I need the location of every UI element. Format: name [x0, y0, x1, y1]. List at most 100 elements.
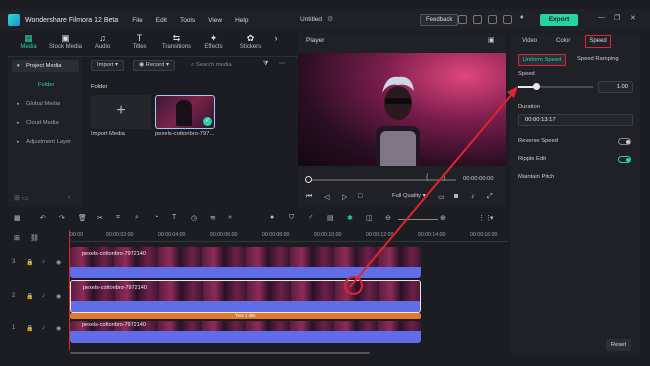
save-icon[interactable] [503, 15, 512, 24]
sidebar-item-project-media[interactable]: ▾ Project Media [12, 60, 79, 72]
delete-icon[interactable]: 🗑 [78, 214, 87, 222]
new-folder-icon[interactable]: ⊞ ▭ [14, 194, 28, 202]
player-scrubber-track[interactable] [306, 179, 456, 181]
undo-icon[interactable]: ↶ [40, 214, 46, 222]
sidebar-item-adjustment-layer[interactable]: ▸ Adjustment Layer [12, 136, 79, 148]
filter-icon[interactable]: ⧩ [258, 60, 273, 71]
menu-help[interactable]: Help [235, 17, 248, 24]
text-icon[interactable]: T [172, 214, 176, 221]
speed-ramping-tab[interactable]: Speed Ramping [577, 56, 619, 62]
volume-icon[interactable]: ♪ [42, 293, 45, 299]
timeline-scrollbar[interactable] [70, 352, 370, 354]
clip-track-3[interactable]: pexels-cottonbro-7972140 [70, 247, 421, 278]
play-icon[interactable]: ▷ [342, 193, 347, 201]
zoom-out-icon[interactable]: ⊖ [385, 214, 391, 222]
tab-media[interactable]: ▦ Media [10, 33, 47, 55]
record-icon[interactable]: ● [270, 214, 274, 221]
speed-slider[interactable] [518, 86, 593, 88]
minimize-icon[interactable]: — [598, 14, 605, 21]
search-input[interactable]: ⌕ Search media [191, 60, 251, 71]
previous-frame-icon[interactable]: ⏮ [306, 193, 312, 201]
tag-icon[interactable]: ⌕ [135, 214, 139, 222]
layout-grid-icon[interactable]: ▦ [14, 214, 21, 222]
camera-icon[interactable]: ◙ [454, 193, 458, 200]
close-icon[interactable]: ✕ [630, 14, 636, 22]
menu-view[interactable]: View [208, 17, 222, 24]
tab-transitions[interactable]: ⇆ Transitions [158, 33, 195, 55]
eye-icon[interactable]: ◉ [56, 259, 61, 266]
feedback-button[interactable]: Feedback [420, 14, 459, 26]
tabs-more-button[interactable]: › [269, 33, 283, 55]
project-settings-icon[interactable]: ⚙ [327, 15, 333, 23]
lock-icon[interactable]: 🔒 [26, 325, 33, 332]
reset-button[interactable]: Reset [606, 339, 631, 351]
timeline-ruler[interactable]: 00:00 00:00:02:00 00:00:04:00 00:00:06:0… [70, 232, 508, 242]
tab-color[interactable]: Color [556, 38, 570, 44]
snapshot-icon[interactable]: ▣ [488, 36, 495, 44]
marker-icon[interactable]: ◫ [366, 214, 373, 222]
speed-value-input[interactable]: 1.00 [598, 81, 633, 93]
mic-icon[interactable]: ♂ [308, 214, 313, 221]
maximize-icon[interactable]: ❐ [614, 14, 620, 22]
step-back-icon[interactable]: ◁ [324, 193, 329, 201]
menu-edit[interactable]: Edit [156, 17, 167, 24]
shield-icon[interactable]: ⛉ [289, 214, 294, 222]
fullscreen-icon[interactable]: ⤢ [487, 193, 493, 201]
media-thumbnail[interactable]: ✓ [155, 95, 215, 129]
lock-icon[interactable]: 🔒 [26, 293, 33, 300]
notification-icon[interactable]: ♦ [520, 14, 524, 21]
mark-out-icon[interactable]: } [443, 174, 445, 181]
tab-video[interactable]: Video [522, 38, 537, 44]
quality-dropdown[interactable]: Full Quality ▾ [392, 193, 426, 199]
sidebar-item-folder[interactable]: Folder [12, 79, 79, 91]
timer-icon[interactable]: ◷ [191, 214, 197, 222]
speed-icon[interactable]: ◔ [154, 214, 158, 221]
screen-icon[interactable] [458, 15, 467, 24]
reverse-speed-toggle[interactable] [618, 138, 631, 145]
volume-icon[interactable]: ♪ [42, 259, 45, 265]
ripple-edit-toggle[interactable] [618, 156, 631, 163]
sidebar-item-global-media[interactable]: ▸ Global Media [12, 98, 79, 110]
tab-effects[interactable]: ✦ Effects [195, 33, 232, 55]
snap-icon[interactable]: ✱ [347, 214, 353, 222]
export-button[interactable]: Export [540, 14, 578, 26]
link-icon[interactable]: ⛓ [30, 234, 39, 242]
redo-icon[interactable]: ↷ [59, 214, 65, 222]
tab-audio[interactable]: ♫ Audio [84, 33, 121, 55]
mark-in-icon[interactable]: { [426, 174, 428, 181]
lock-icon[interactable]: 🔒 [26, 259, 33, 266]
volume-icon[interactable]: ♪ [42, 325, 45, 331]
import-media-button[interactable]: + [91, 95, 151, 129]
chevron-down-icon[interactable]: ▾ [490, 214, 494, 222]
menu-tools[interactable]: Tools [180, 17, 195, 24]
volume-icon[interactable]: ♪ [471, 193, 475, 200]
tab-stickers[interactable]: ✿ Stickers [232, 33, 269, 55]
cut-icon[interactable]: ✂ [97, 214, 103, 222]
zoom-in-icon[interactable]: ⊕ [440, 214, 446, 222]
zoom-slider[interactable] [398, 219, 438, 220]
tab-stock-media[interactable]: ▣ Stock Media [47, 33, 84, 55]
tab-speed[interactable]: Speed [585, 35, 611, 48]
display-icon[interactable]: ▭ [438, 193, 445, 201]
eye-icon[interactable]: ◉ [56, 293, 61, 300]
sidebar-item-cloud-media[interactable]: ▸ Cloud Media [12, 117, 79, 129]
add-track-icon[interactable]: ⊞ [14, 234, 20, 242]
crop-icon[interactable]: ⌗ [116, 214, 120, 222]
tab-titles[interactable]: T Titles [121, 33, 158, 55]
menu-file[interactable]: File [132, 17, 142, 24]
clip-track-2[interactable]: pexels-cottonbro-7972140 [70, 280, 421, 313]
video-preview[interactable] [298, 53, 506, 166]
text-clip[interactable]: Text 1 title [70, 313, 421, 319]
more-tools-icon[interactable]: » [228, 214, 232, 221]
player-scrubber-knob[interactable] [305, 176, 312, 183]
cloud-icon[interactable] [488, 15, 497, 24]
record-dropdown[interactable]: ◉ Record ▾ [133, 60, 175, 71]
playhead[interactable] [69, 230, 70, 350]
import-dropdown[interactable]: Import ▾ [91, 60, 124, 71]
adjust-icon[interactable]: ≋ [210, 214, 216, 222]
uniform-speed-tab[interactable]: Uniform Speed [518, 54, 566, 66]
tts-icon[interactable]: ▤ [327, 214, 334, 222]
stop-icon[interactable]: □ [358, 193, 362, 200]
eye-icon[interactable]: ◉ [56, 325, 61, 332]
speed-slider-knob[interactable] [533, 83, 541, 90]
